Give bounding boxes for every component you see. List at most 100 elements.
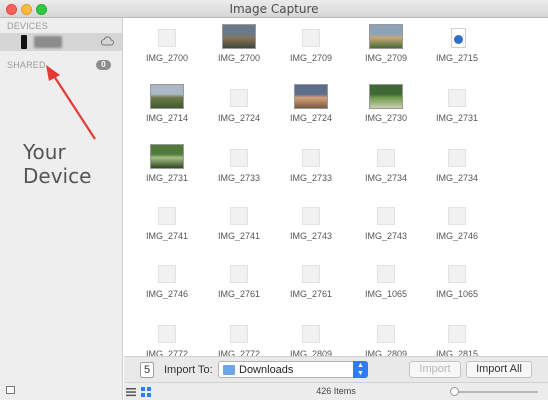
thumbnail-item[interactable]: IMG_2734 — [351, 140, 421, 198]
placeholder-thumbnail — [377, 207, 395, 225]
placeholder-thumbnail — [230, 207, 248, 225]
photo-thumbnail-image — [369, 24, 403, 49]
placeholder-thumbnail — [448, 325, 466, 343]
placeholder-thumbnail — [377, 325, 395, 343]
placeholder-thumbnail — [448, 207, 466, 225]
thumbnail-item[interactable]: IMG_1065 — [422, 256, 492, 314]
placeholder-thumbnail — [302, 325, 320, 343]
thumbnail-item[interactable]: IMG_2700 — [204, 20, 274, 78]
thumbnail-label: IMG_2772 — [217, 349, 261, 356]
selection-count-box[interactable]: 5 — [140, 362, 154, 378]
sidebar-item-device[interactable] — [0, 33, 122, 51]
thumbnail-label: IMG_2730 — [364, 113, 408, 123]
thumbnail-item[interactable]: IMG_2809 — [276, 316, 346, 356]
placeholder-thumbnail — [158, 265, 176, 283]
placeholder-thumbnail — [302, 207, 320, 225]
thumbnail-item[interactable]: IMG_2715 — [422, 20, 492, 78]
thumbnail-item[interactable]: IMG_2809 — [351, 316, 421, 356]
import-bar: 5 Import To: Downloads ▲ ▼ Import Import … — [124, 356, 548, 382]
thumbnail-label: IMG_2724 — [289, 113, 333, 123]
thumbnail-item[interactable]: IMG_2741 — [204, 198, 274, 256]
thumbnail-item[interactable]: IMG_2746 — [132, 256, 202, 314]
thumbnail-grid: IMG_2700 IMG_2700 IMG_2709 IMG_2709 IMG_2715… — [124, 18, 548, 356]
thumbnail-item[interactable]: IMG_2731 — [132, 140, 202, 198]
thumbnail-label: IMG_2709 — [364, 53, 408, 63]
window-title: Image Capture — [229, 2, 319, 16]
import-to-label: Import To: — [164, 364, 213, 376]
placeholder-thumbnail — [448, 149, 466, 167]
thumbnail-label: IMG_2815 — [435, 349, 479, 356]
placeholder-thumbnail — [158, 29, 176, 47]
import-all-button[interactable]: Import All — [466, 361, 532, 378]
thumbnail-item[interactable]: IMG_2746 — [422, 198, 492, 256]
thumbnail-item[interactable]: IMG_2709 — [351, 20, 421, 78]
thumbnail-item[interactable]: IMG_2761 — [276, 256, 346, 314]
thumbnail-label: IMG_2772 — [145, 349, 189, 356]
thumbnail-size-slider-knob[interactable] — [450, 387, 459, 396]
thumbnail-item[interactable]: IMG_2761 — [204, 256, 274, 314]
thumbnail-item[interactable]: IMG_2743 — [276, 198, 346, 256]
thumbnail-label: IMG_2715 — [435, 53, 479, 63]
thumbnail-label: IMG_2761 — [217, 289, 261, 299]
sidebar: DEVICES SHARED 0 Your Device — [0, 18, 123, 400]
destination-label: Downloads — [239, 364, 294, 376]
folder-icon — [223, 365, 235, 375]
placeholder-thumbnail — [230, 149, 248, 167]
thumbnail-item[interactable]: IMG_2700 — [132, 20, 202, 78]
placeholder-thumbnail — [302, 149, 320, 167]
thumbnail-label: IMG_2733 — [289, 173, 333, 183]
photo-thumbnail-image — [150, 144, 184, 169]
placeholder-thumbnail — [302, 29, 320, 47]
cloud-icon — [100, 36, 114, 46]
thumbnail-item[interactable]: IMG_2772 — [132, 316, 202, 356]
thumbnail-size-slider[interactable] — [453, 391, 538, 393]
thumbnail-label: IMG_2731 — [145, 173, 189, 183]
thumbnail-label: IMG_2741 — [145, 231, 189, 241]
import-destination-select[interactable]: Downloads ▲ ▼ — [218, 361, 368, 378]
thumbnail-item[interactable]: IMG_2731 — [422, 80, 492, 138]
thumbnail-item[interactable]: IMG_2734 — [422, 140, 492, 198]
thumbnail-item[interactable]: IMG_2733 — [204, 140, 274, 198]
status-bar: 426 Items — [124, 382, 548, 400]
select-arrows-icon: ▲ ▼ — [353, 361, 368, 378]
thumbnail-label: IMG_2746 — [145, 289, 189, 299]
thumbnail-item[interactable]: IMG_1065 — [351, 256, 421, 314]
thumbnail-item[interactable]: IMG_2772 — [204, 316, 274, 356]
thumbnail-label: IMG_2743 — [289, 231, 333, 241]
thumbnail-item[interactable]: IMG_2815 — [422, 316, 492, 356]
thumbnail-label: IMG_2709 — [289, 53, 333, 63]
thumbnail-label: IMG_2731 — [435, 113, 479, 123]
thumbnail-label: IMG_2809 — [364, 349, 408, 356]
thumbnail-label: IMG_2724 — [217, 113, 261, 123]
thumbnail-label: IMG_1065 — [435, 289, 479, 299]
photo-thumbnail-image — [294, 84, 328, 109]
thumbnail-label: IMG_2734 — [364, 173, 408, 183]
import-button[interactable]: Import — [409, 361, 461, 378]
placeholder-thumbnail — [302, 265, 320, 283]
thumbnail-item[interactable]: IMG_2709 — [276, 20, 346, 78]
eject-icon[interactable] — [6, 386, 15, 394]
thumbnail-item[interactable]: IMG_2730 — [351, 80, 421, 138]
placeholder-thumbnail — [230, 265, 248, 283]
photo-thumbnail-image — [369, 84, 403, 109]
thumbnail-item[interactable]: IMG_2741 — [132, 198, 202, 256]
thumbnail-label: IMG_2734 — [435, 173, 479, 183]
phone-icon — [21, 35, 27, 49]
thumbnail-item[interactable]: IMG_2724 — [276, 80, 346, 138]
thumbnail-label: IMG_2714 — [145, 113, 189, 123]
placeholder-thumbnail — [377, 265, 395, 283]
thumbnail-item[interactable]: IMG_2733 — [276, 140, 346, 198]
thumbnail-label: IMG_2700 — [145, 53, 189, 63]
photo-thumbnail-image — [150, 84, 184, 109]
thumbnail-item[interactable]: IMG_2714 — [132, 80, 202, 138]
thumbnail-item[interactable]: IMG_2743 — [351, 198, 421, 256]
thumbnail-label: IMG_2761 — [289, 289, 333, 299]
placeholder-thumbnail — [448, 265, 466, 283]
photo-thumbnail-image — [222, 24, 256, 49]
thumbnail-item[interactable]: IMG_2724 — [204, 80, 274, 138]
thumbnail-label: IMG_2733 — [217, 173, 261, 183]
device-name-redacted — [34, 36, 62, 48]
placeholder-thumbnail — [448, 89, 466, 107]
thumbnail-label: IMG_2746 — [435, 231, 479, 241]
thumbnail-label: IMG_2700 — [217, 53, 261, 63]
